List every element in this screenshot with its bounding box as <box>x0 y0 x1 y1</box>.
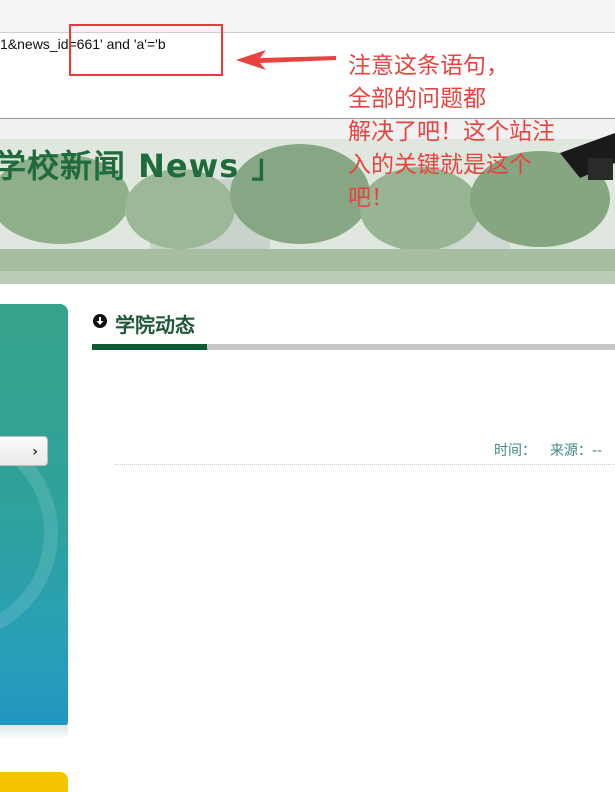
annotation-line: 注意这条语句， <box>348 53 509 79</box>
annotation-line: 吧！ <box>348 185 394 211</box>
annotation-line: 解决了吧！这个站注 <box>348 119 555 145</box>
banner-title: 学校新闻 News 」 <box>0 147 285 185</box>
annotation-note: 注意这条语句， 全部的问题都 解决了吧！这个站注 入的关键就是这个 吧！ <box>348 50 615 215</box>
left-panel-shadow <box>0 725 68 739</box>
time-label: 时间： <box>494 443 536 459</box>
left-promo-panel <box>0 304 68 729</box>
section-title: 学院动态 <box>115 313 195 337</box>
section-divider-active <box>92 344 207 350</box>
annotation-line: 入的关键就是这个 <box>348 152 532 178</box>
chevron-right-icon: › <box>32 444 38 460</box>
yellow-panel-tab <box>0 772 68 792</box>
meta-divider <box>115 464 615 465</box>
annotation-line: 全部的问题都 <box>348 86 486 112</box>
highlight-box <box>69 24 223 76</box>
next-button[interactable]: › <box>0 436 48 466</box>
left-arrow-icon <box>236 50 336 70</box>
source-label: 来源：-- <box>550 443 603 459</box>
article-meta: 时间： 来源：-- <box>494 440 615 460</box>
circle-down-arrow-icon <box>93 314 107 328</box>
